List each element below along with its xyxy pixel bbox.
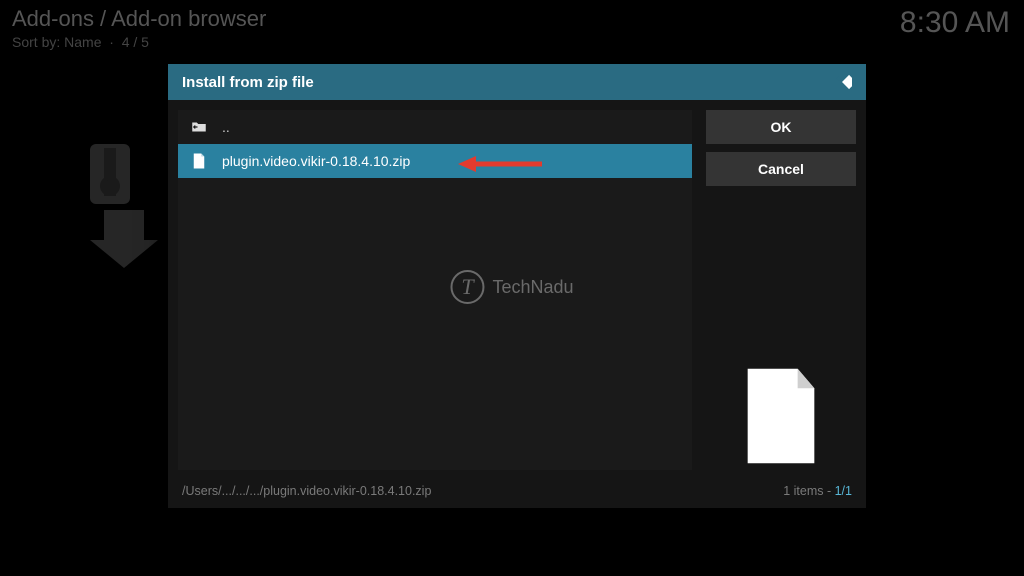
zip-file-label: plugin.video.vikir-0.18.4.10.zip [222,153,410,169]
technadu-watermark: T TechNadu [450,270,573,304]
zip-download-icon [84,130,164,270]
dialog-title: Install from zip file [182,74,314,91]
page-title: Add-ons / Add-on browser [12,6,266,32]
breadcrumb: Add-ons / Add-on browser Sort by: Name ·… [12,6,266,50]
current-path: /Users/.../.../.../plugin.video.vikir-0.… [182,484,431,498]
dialog-header: Install from zip file [168,64,866,100]
folder-up-icon [190,118,208,136]
annotation-arrow-icon [458,153,544,175]
file-preview-icon [731,366,831,466]
ok-button[interactable]: OK [706,110,856,144]
dialog-side-panel: OK Cancel [706,110,856,470]
zip-file-row[interactable]: plugin.video.vikir-0.18.4.10.zip [178,144,692,178]
item-count: 1 items - 1/1 [783,484,852,498]
dialog-footer: /Users/.../.../.../plugin.video.vikir-0.… [168,480,866,508]
parent-directory-row[interactable]: .. [178,110,692,144]
clock: 8:30 AM [900,6,1010,40]
cancel-button[interactable]: Cancel [706,152,856,186]
parent-directory-label: .. [222,119,230,135]
technadu-logo-icon: T [450,270,484,304]
file-list[interactable]: .. plugin.video.vikir-0.18.4.10.zip [178,110,692,470]
kodi-logo-icon [832,72,852,92]
sort-info: Sort by: Name · 4 / 5 [12,34,266,50]
file-icon [190,152,208,170]
